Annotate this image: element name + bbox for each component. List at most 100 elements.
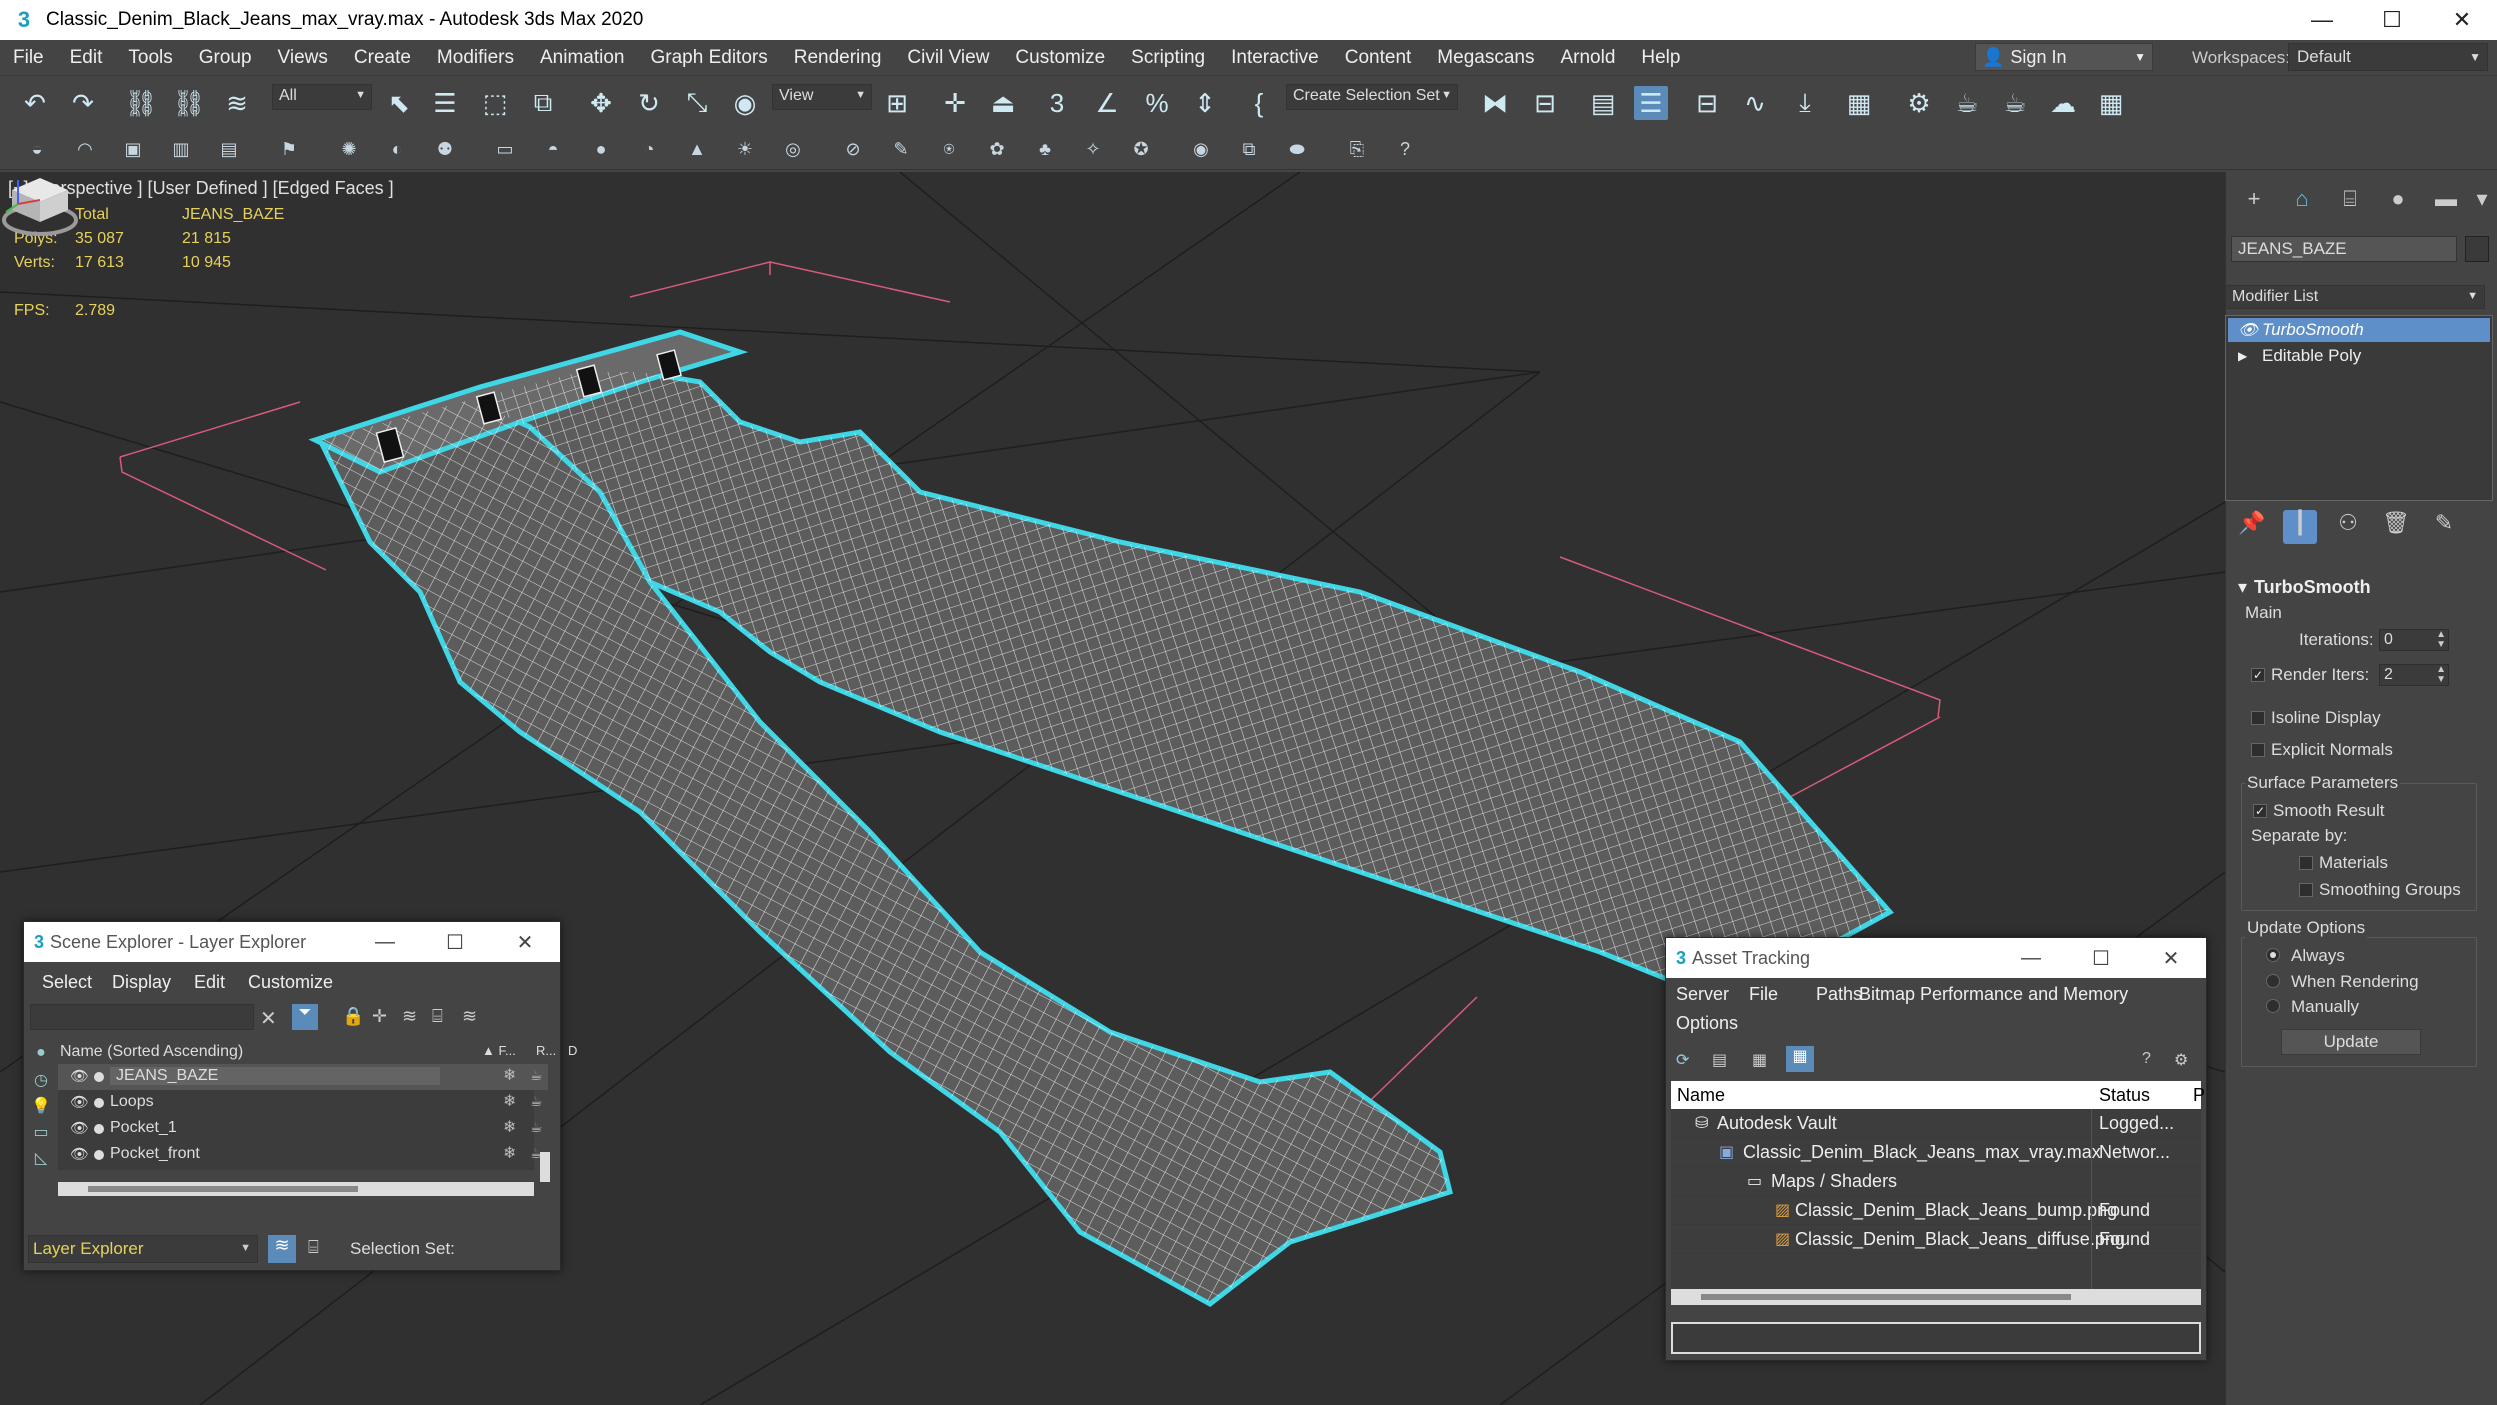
settings-icon[interactable]: ⚙ [2174,1050,2188,1070]
table-row[interactable]: ▣ Classic_Denim_Black_Jeans_max_vray.max… [1671,1138,2201,1167]
menu-scripting[interactable]: Scripting [1118,47,1218,69]
angle-snap-icon[interactable]: ∠ [1090,86,1124,120]
selection-filter-dropdown[interactable]: All ▼ [272,84,372,110]
cameras-filter-icon[interactable]: ▭ [28,1122,54,1148]
help-icon[interactable]: ? [2142,1050,2151,1068]
menu-paths[interactable]: Paths [1816,984,1862,1005]
render-iters-checkbox[interactable]: ✓ [2251,668,2265,682]
geometry-filter-icon[interactable]: ● [28,1044,54,1070]
move-icon[interactable]: ✥ [584,86,618,120]
horizontal-scrollbar-thumb[interactable] [88,1186,358,1192]
add-layer-icon[interactable]: ✛ [372,1006,387,1027]
renderable-icon[interactable]: ☕ [530,1067,543,1084]
vray-frame-buffer-icon[interactable]: ▣ [120,136,146,162]
minimize-button[interactable]: — [1996,938,2066,978]
minimize-button[interactable]: — [350,922,420,962]
place-icon[interactable]: ◉ [728,86,762,120]
menu-customize[interactable]: Customize [1002,47,1118,69]
expand-arrow-icon[interactable]: ▶ [2238,349,2247,363]
schematic-view-icon[interactable]: ⤓ [1788,86,1822,120]
redo-icon[interactable]: ↷ [66,86,100,120]
vray-render-icon[interactable]: ▥ [168,136,194,162]
menu-edit[interactable]: Edit [57,47,116,69]
menu-tools[interactable]: Tools [115,47,185,69]
vray-light-icon[interactable]: ◠ [72,136,98,162]
material-editor-icon[interactable]: ▦ [1842,86,1876,120]
menu-bitmap-performance[interactable]: Bitmap Performance and Memory [1859,984,2128,1005]
menu-animation[interactable]: Animation [527,47,638,69]
create-tab-icon[interactable]: + [2236,186,2272,216]
rollout-collapse-icon[interactable]: ▾ [2238,577,2247,598]
menu-display[interactable]: Display [112,972,171,993]
lock-icon[interactable]: 🔒 [342,1006,364,1027]
close-button[interactable]: ✕ [490,922,560,962]
vray-proxy-icon[interactable]: ⊘ [840,136,866,162]
vray-material-icon[interactable]: ◉ [1188,136,1214,162]
percent-snap-icon[interactable]: % [1140,86,1174,120]
asset-tracking-titlebar[interactable]: 3 Asset Tracking — ☐ ✕ [1666,938,2206,978]
mirror-icon[interactable]: ⧓ [1478,86,1512,120]
menu-create[interactable]: Create [341,47,424,69]
renderable-icon[interactable]: ☕ [530,1093,543,1110]
eye-icon[interactable]: 👁 [70,1145,89,1163]
vray-dome-icon[interactable]: ◓ [540,136,566,162]
render-dot-icon[interactable] [94,1124,104,1134]
motion-tab-icon[interactable]: ● [2380,186,2416,216]
vray-clipper-icon[interactable]: ♣ [1032,136,1058,162]
column-p-header[interactable]: P [2193,1085,2205,1106]
freeze-icon[interactable]: ❄ [503,1065,516,1085]
when-rendering-radio[interactable] [2266,974,2280,988]
hierarchy-tab-icon[interactable]: ⌸ [2332,186,2368,216]
vray-sun-sky-icon[interactable]: ◐ [384,136,410,162]
reference-coordinate-dropdown[interactable]: View ▼ [772,84,872,110]
select-object-icon[interactable]: ⬉ [382,86,416,120]
close-button[interactable]: ✕ [2136,938,2206,978]
refresh-icon[interactable]: ⟳ [1676,1050,1689,1070]
table-view-icon[interactable]: ▦ [1752,1050,1767,1070]
turbosmooth-rollout-title[interactable]: TurboSmooth [2254,577,2371,598]
manually-radio[interactable] [2266,999,2280,1013]
maximize-button[interactable]: ☐ [2357,0,2427,40]
configure-modifier-sets-icon[interactable]: ✎ [2427,510,2461,544]
vray-mesh-icon[interactable]: ✿ [984,136,1010,162]
eye-icon[interactable]: 👁 [2238,320,2258,340]
menu-server[interactable]: Server [1676,984,1729,1005]
eye-icon[interactable]: 👁 [70,1119,89,1137]
vray-camera-icon[interactable]: ✺ [336,136,362,162]
display-tab-icon[interactable]: ▬ [2428,186,2464,216]
layers-stack-icon[interactable]: ≋ [402,1006,417,1027]
stack-item-turbosmooth[interactable]: 👁 TurboSmooth [2228,318,2490,342]
table-row[interactable]: 👁 Pocket_front ❄ ☕ [58,1142,548,1168]
always-radio[interactable] [2266,948,2280,962]
vray-ies-light-icon[interactable]: ◔ [636,136,662,162]
update-button[interactable]: Update [2281,1029,2421,1055]
menu-views[interactable]: Views [265,47,341,69]
vray-vfb-icon[interactable]: ⬬ [1284,136,1310,162]
vray-dome-light-icon[interactable]: ⚉ [432,136,458,162]
column-r-header[interactable]: R... [536,1043,556,1058]
edit-named-selection-icon[interactable]: { [1242,86,1276,120]
pin-stack-icon[interactable]: 📌 [2235,510,2269,544]
select-and-manipulate-icon[interactable]: ✛ [938,86,972,120]
asset-path-field[interactable] [1671,1322,2201,1354]
render-dot-icon[interactable] [94,1072,104,1082]
vray-plane-icon[interactable]: ⍟ [936,136,962,162]
maximize-button[interactable]: ☐ [2066,938,2136,978]
vray-plane-light-icon[interactable]: ▭ [492,136,518,162]
pivot-center-icon[interactable]: ⊞ [880,86,914,120]
scene-explorer-toggle-icon[interactable]: ▤ [1586,86,1620,120]
vray-settings-icon[interactable]: ▤ [216,136,242,162]
object-name-field[interactable]: JEANS_BAZE [2231,236,2457,262]
window-crossing-icon[interactable]: ⧉ [526,86,560,120]
helpers-filter-icon[interactable]: ◺ [28,1148,54,1174]
menu-civil-view[interactable]: Civil View [894,47,1002,69]
keyboard-shortcut-override-icon[interactable]: ⏏ [986,86,1020,120]
render-in-cloud-icon[interactable]: ☁ [2046,86,2080,120]
eye-icon[interactable]: 👁 [70,1093,89,1111]
sign-in-dropdown[interactable]: 👤 Sign In ▼ [1975,43,2153,71]
menu-megascans[interactable]: Megascans [1424,47,1547,69]
menu-modifiers[interactable]: Modifiers [424,47,527,69]
table-row[interactable]: ▭ Maps / Shaders [1671,1167,2201,1196]
column-f-header[interactable]: ▲ F... [482,1043,516,1058]
vray-scene-converter-icon[interactable]: ⧉ [1236,136,1262,162]
